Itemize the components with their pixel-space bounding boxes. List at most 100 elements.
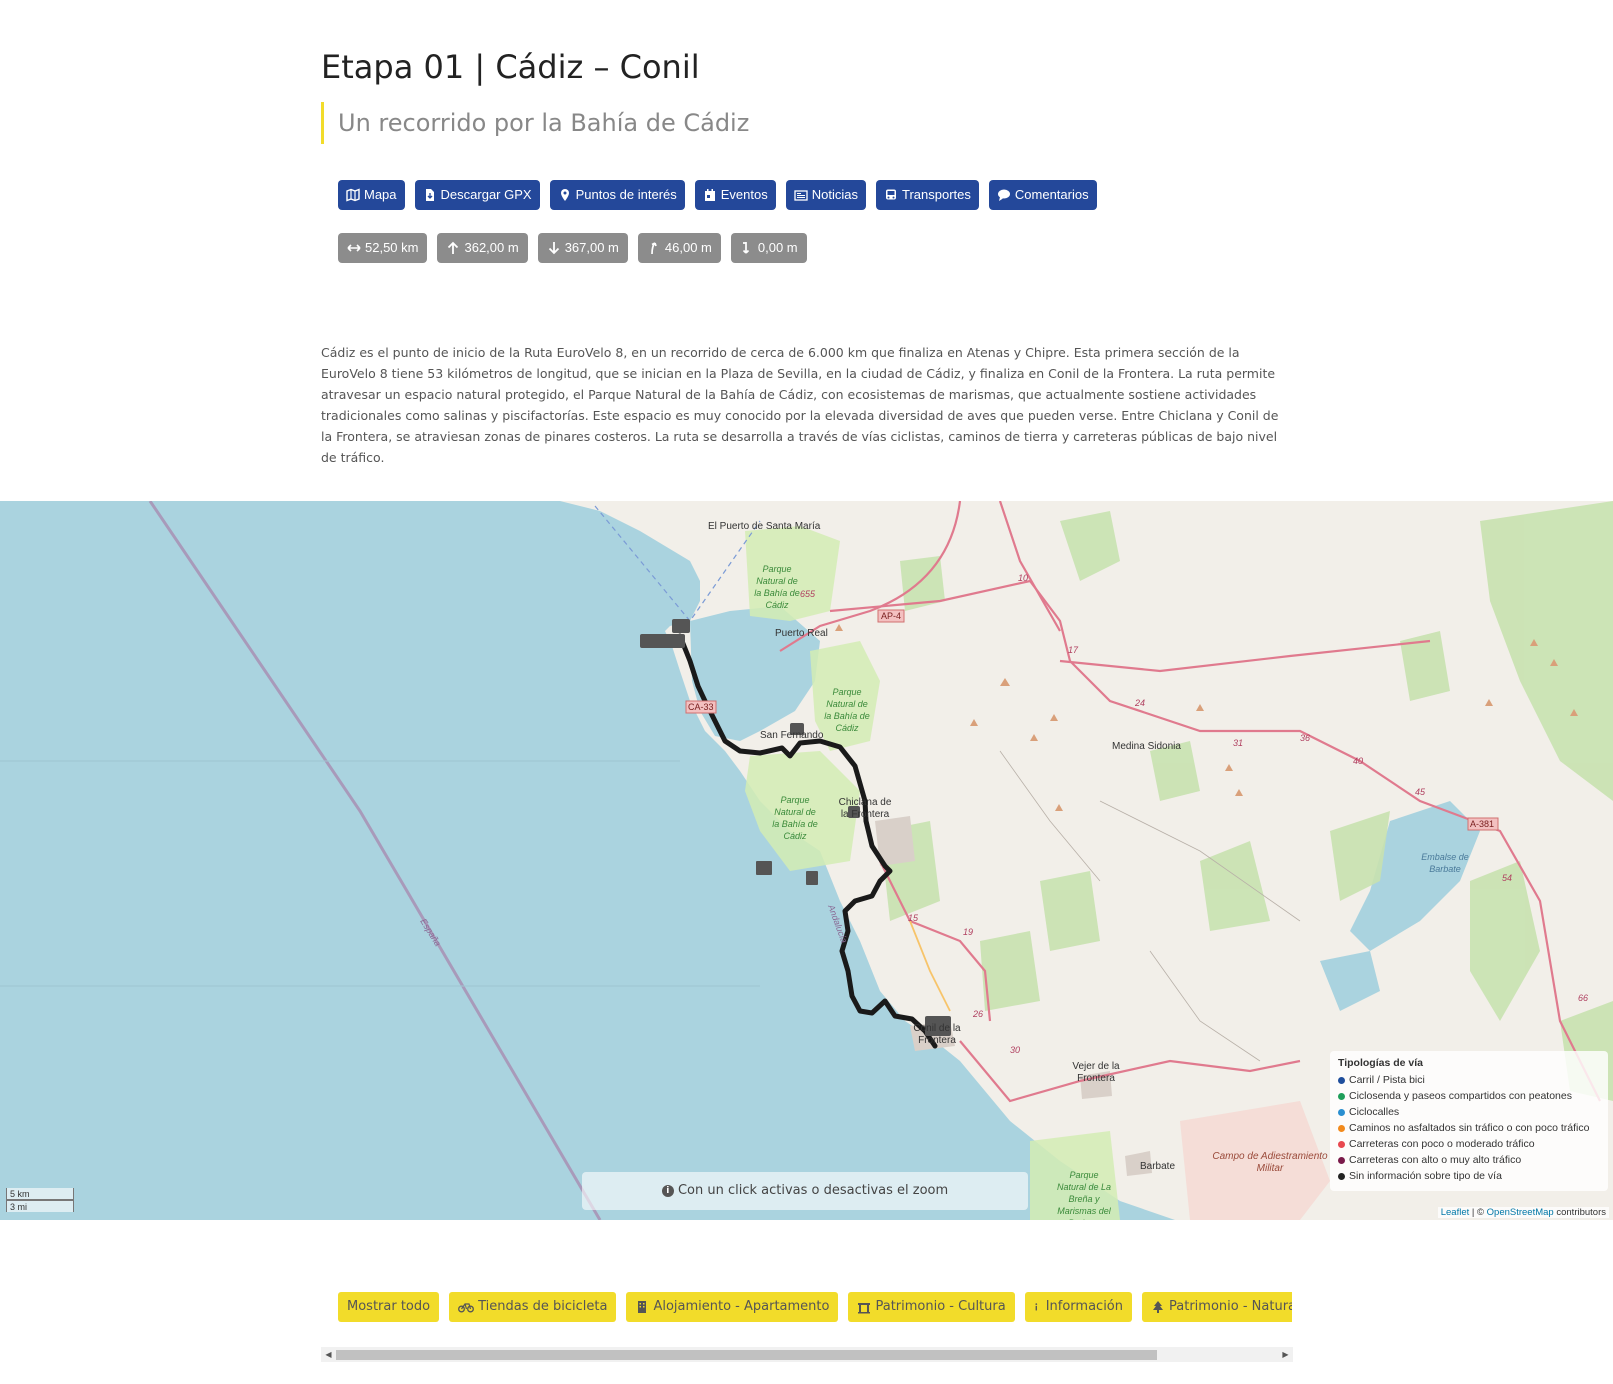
tree-icon xyxy=(1153,1301,1164,1313)
park-bahia-cadiz-south: Parque Natural de la Bahía de Cádiz xyxy=(772,795,818,841)
route-map[interactable]: AP-4 A-381 CA-33 655 10 17 24 31 36 40 4… xyxy=(0,501,1613,1220)
scale-km: 5 km xyxy=(6,1188,74,1200)
events-label: Eventos xyxy=(720,187,768,202)
svg-text:AP-4: AP-4 xyxy=(881,611,901,621)
svg-text:17: 17 xyxy=(1068,645,1079,655)
park-bahia-cadiz-east: Parque Natural de la Bahía de Cádiz xyxy=(824,687,870,733)
map-scale: 5 km 3 mi xyxy=(6,1188,74,1212)
bus-icon xyxy=(886,189,896,200)
place-campo-adiestramiento: Campo de Adiestramiento Militar xyxy=(1212,1151,1328,1174)
legend-item: Caminos no asfaltados sin tráfico o con … xyxy=(1338,1120,1600,1136)
filter-information[interactable]: Información xyxy=(1024,1292,1133,1322)
svg-text:66: 66 xyxy=(1578,993,1588,1003)
action-button-bar: Mapa Descargar GPX Puntos de interés Eve… xyxy=(338,180,1097,210)
place-medina-sidonia: Medina Sidonia xyxy=(1112,741,1181,752)
place-puerto-santa-maria: El Puerto de Santa María xyxy=(708,521,821,532)
leaflet-link[interactable]: Leaflet xyxy=(1441,1207,1470,1218)
events-button[interactable]: Eventos xyxy=(694,180,776,210)
filter-information-label: Información xyxy=(1045,1299,1124,1314)
place-conil: Conil de la Frontera xyxy=(913,1023,961,1046)
osm-link[interactable]: OpenStreetMap xyxy=(1487,1207,1554,1218)
comment-icon xyxy=(997,189,1010,201)
svg-text:19: 19 xyxy=(963,927,973,937)
stat-descent-value: 367,00 m xyxy=(564,240,619,255)
stat-min-elevation: 0,00 m xyxy=(730,233,807,263)
min-elevation-icon xyxy=(742,242,749,254)
download-gpx-label: Descargar GPX xyxy=(440,187,532,202)
arrow-up-icon xyxy=(448,241,459,254)
svg-text:36: 36 xyxy=(1300,733,1310,743)
place-san-fernando: San Fernando xyxy=(760,730,824,741)
map-legend: Tipologías de vía Carril / Pista bici Ci… xyxy=(1330,1051,1608,1191)
svg-text:15: 15 xyxy=(908,913,919,923)
download-gpx-button[interactable]: Descargar GPX xyxy=(414,180,540,210)
filter-heritage-culture-label: Patrimonio - Cultura xyxy=(875,1299,1006,1314)
comments-label: Comentarios xyxy=(1014,187,1089,202)
legend-item: Ciclosenda y paseos compartidos con peat… xyxy=(1338,1088,1600,1104)
filter-bike-shops-label: Tiendas de bicicleta xyxy=(478,1299,608,1314)
svg-text:40: 40 xyxy=(1353,756,1363,766)
arrow-down-icon xyxy=(548,242,559,255)
map-button[interactable]: Mapa xyxy=(338,180,405,210)
legend-item: Carreteras con poco o moderado tráfico xyxy=(1338,1136,1600,1152)
bicycle-icon xyxy=(458,1303,475,1313)
filter-accommodation[interactable]: Alojamiento - Apartamento xyxy=(626,1292,839,1322)
stat-descent: 367,00 m xyxy=(537,233,628,263)
calendar-icon xyxy=(704,189,715,201)
zoom-toggle-notice[interactable]: i Con un click activas o desactivas el z… xyxy=(582,1172,1028,1210)
stat-max-elevation: 46,00 m xyxy=(637,233,721,263)
stat-min-elevation-value: 0,00 m xyxy=(757,240,798,255)
comments-button[interactable]: Comentarios xyxy=(988,180,1097,210)
filter-heritage-culture[interactable]: Patrimonio - Cultura xyxy=(848,1292,1015,1322)
stat-distance: 52,50 km xyxy=(338,233,428,263)
transport-button[interactable]: Transportes xyxy=(876,180,979,210)
filter-heritage-nature[interactable]: Patrimonio - Naturaleza xyxy=(1142,1292,1292,1322)
svg-text:España: España xyxy=(418,917,443,948)
scrollbar-thumb[interactable] xyxy=(336,1350,1157,1360)
svg-text:45: 45 xyxy=(1415,787,1426,797)
scroll-left-icon[interactable]: ◀ xyxy=(321,1347,336,1362)
legend-item: Carreteras con alto o muy alto tráfico xyxy=(1338,1152,1600,1168)
map-attribution: Leaflet | © OpenStreetMap contributors xyxy=(1437,1207,1609,1218)
filter-show-all[interactable]: Mostrar todo xyxy=(338,1292,440,1322)
legend-item: Sin información sobre tipo de vía xyxy=(1338,1168,1600,1184)
place-chiclana: Chiclana de la Frontera xyxy=(838,797,892,820)
svg-text:CA-33: CA-33 xyxy=(688,702,714,712)
park-brena-marismas: Parque Natural de La Breña y Marismas de… xyxy=(1056,1170,1112,1220)
map-icon xyxy=(346,188,360,202)
filter-show-all-label: Mostrar todo xyxy=(347,1299,431,1314)
lake-embalse-barbate: Embalse de Barbate xyxy=(1421,852,1469,874)
stat-distance-value: 52,50 km xyxy=(365,240,419,255)
attribution-suffix: contributors xyxy=(1553,1207,1606,1218)
svg-text:26: 26 xyxy=(972,1009,983,1019)
svg-text:655: 655 xyxy=(800,589,816,599)
page-subtitle: Un recorrido por la Bahía de Cádiz xyxy=(321,102,749,144)
filter-accommodation-label: Alojamiento - Apartamento xyxy=(653,1299,830,1314)
stat-max-elevation-value: 46,00 m xyxy=(664,240,712,255)
info-circle-icon: i xyxy=(661,1184,674,1197)
info-icon xyxy=(1035,1303,1037,1311)
svg-text:24: 24 xyxy=(1134,698,1145,708)
park-bahia-cadiz-north: Parque Natural de la Bahía de Cádiz xyxy=(754,564,800,610)
distance-arrows-icon xyxy=(347,244,361,252)
news-button[interactable]: Noticias xyxy=(785,180,866,210)
filter-heritage-nature-label: Patrimonio - Naturaleza xyxy=(1169,1299,1292,1314)
legend-title: Tipologías de vía xyxy=(1338,1057,1423,1069)
page-title: Etapa 01 | Cádiz – Conil xyxy=(321,48,700,86)
svg-text:54: 54 xyxy=(1502,873,1512,883)
transport-label: Transportes xyxy=(902,187,971,202)
stage-description: Cádiz es el punto de inicio de la Ruta E… xyxy=(321,345,1279,465)
svg-text:10: 10 xyxy=(1018,573,1028,583)
monument-icon xyxy=(858,1303,871,1314)
newspaper-icon xyxy=(794,190,808,201)
map-button-label: Mapa xyxy=(364,187,397,202)
points-of-interest-button[interactable]: Puntos de interés xyxy=(549,180,685,210)
filter-bike-shops[interactable]: Tiendas de bicicleta xyxy=(449,1292,617,1322)
zoom-notice-text: Con un click activas o desactivas el zoo… xyxy=(677,1183,949,1198)
place-vejer: Vejer de la Frontera xyxy=(1072,1061,1120,1084)
scroll-right-icon[interactable]: ▶ xyxy=(1278,1347,1293,1362)
route-stats-bar: 52,50 km 362,00 m 367,00 m 46,00 m 0,00 … xyxy=(338,233,807,263)
filter-scrollbar[interactable]: ◀ ▶ xyxy=(321,1347,1293,1362)
poi-filter-bar: Mostrar todo Tiendas de bicicleta Alojam… xyxy=(338,1292,1292,1322)
news-label: Noticias xyxy=(811,187,858,202)
